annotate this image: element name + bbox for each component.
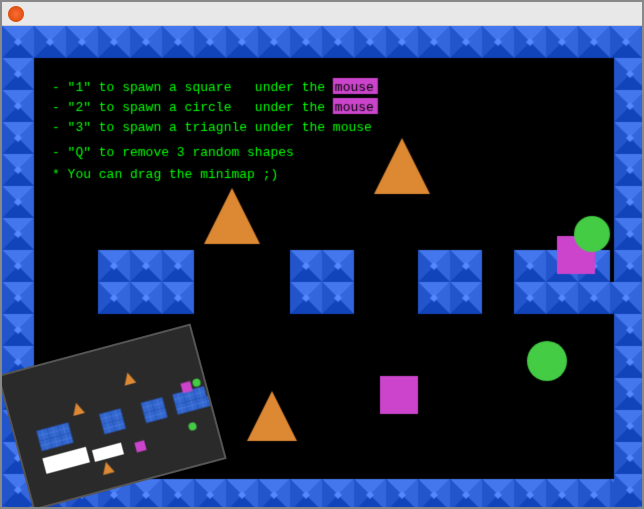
app-icon bbox=[8, 6, 24, 22]
titlebar bbox=[2, 2, 642, 26]
game-area bbox=[2, 26, 642, 507]
main-window bbox=[0, 0, 644, 509]
